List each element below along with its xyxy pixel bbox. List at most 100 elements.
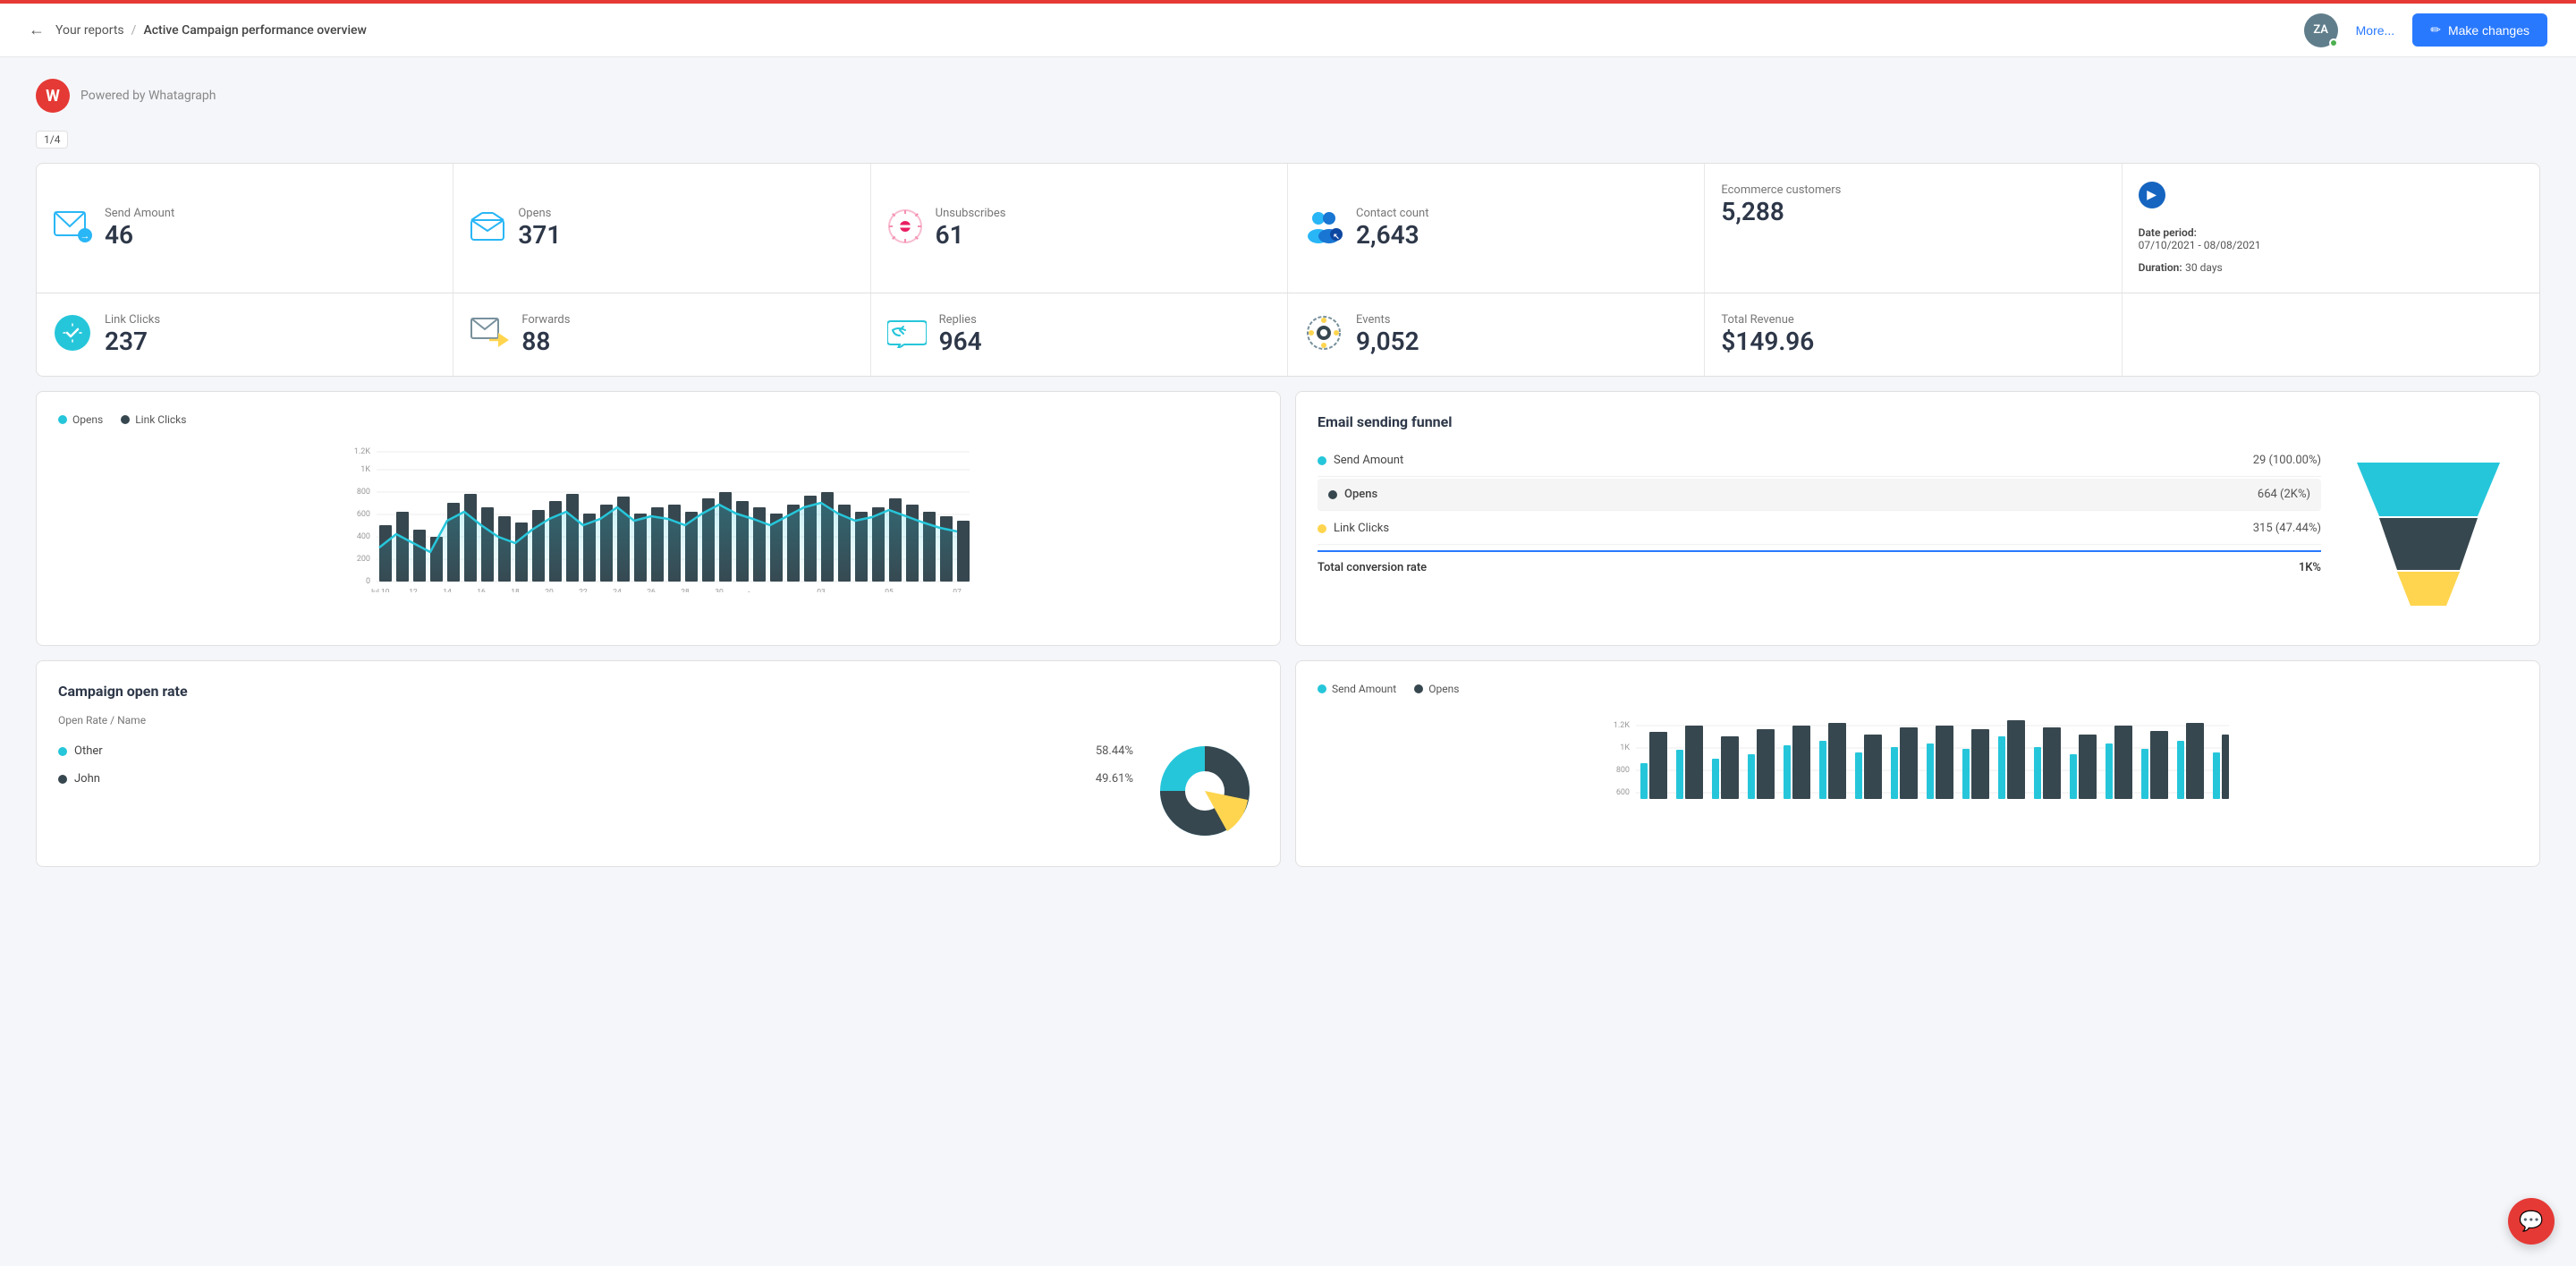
svg-text:18: 18 xyxy=(511,588,520,592)
funnel-label-opens: Opens xyxy=(1344,488,1377,501)
forwards-icon xyxy=(470,317,509,353)
breadcrumb-root[interactable]: Your reports xyxy=(55,23,124,38)
svg-text:28: 28 xyxy=(681,588,690,592)
envelope-arrow-icon: → xyxy=(53,210,92,246)
replies-info: Replies 964 xyxy=(939,313,982,356)
svg-text:1.2K: 1.2K xyxy=(1614,721,1630,730)
metric-replies: Replies 964 xyxy=(871,293,1288,376)
events-info: Events 9,052 xyxy=(1356,313,1419,356)
link-clicks-legend-dot xyxy=(121,415,130,424)
campaign-name-1: John xyxy=(74,772,100,786)
campaign-list: Other 58.44% John 49.61% xyxy=(58,737,1133,845)
funnel-title: Email sending funnel xyxy=(1318,413,2518,430)
total-revenue-value: $149.96 xyxy=(1721,327,1814,356)
charts-row: Opens Link Clicks 0 200 400 600 800 1K 1… xyxy=(36,391,2540,646)
svg-text:600: 600 xyxy=(357,510,370,519)
svg-text:400: 400 xyxy=(357,532,370,541)
campaign-open-rate-card: Campaign open rate Open Rate / Name Othe… xyxy=(36,660,1281,867)
metric-opens: Opens 371 xyxy=(453,164,870,293)
svg-text:03: 03 xyxy=(817,588,826,592)
more-button[interactable]: More... xyxy=(2356,23,2395,38)
ecommerce-label: Ecommerce customers xyxy=(1721,183,1841,197)
svg-text:30: 30 xyxy=(715,588,724,592)
opens-legend: Opens xyxy=(1414,683,1459,695)
send-amount-label: Send Amount xyxy=(105,207,174,220)
svg-text:1K: 1K xyxy=(360,465,370,474)
svg-text:0: 0 xyxy=(366,577,370,586)
pie-svg xyxy=(1151,737,1258,845)
envelope-open-icon xyxy=(470,211,505,245)
funnel-value-send: 29 (100.00%) xyxy=(2253,454,2321,467)
back-button[interactable]: ← xyxy=(29,21,45,39)
svg-text:05: 05 xyxy=(885,588,894,592)
send-amount-legend-dot xyxy=(1318,684,1326,693)
header: ← Your reports / Active Campaign perform… xyxy=(0,4,2576,57)
funnel-total-row: Total conversion rate 1K% xyxy=(1318,550,2321,583)
opens-label: Opens xyxy=(518,207,561,220)
chat-button[interactable]: 💬 xyxy=(2508,1198,2555,1245)
breadcrumb-separator: / xyxy=(131,23,137,38)
funnel-row-send-amount: Send Amount 29 (100.00%) xyxy=(1318,445,2321,477)
svg-text:1.2K: 1.2K xyxy=(354,447,370,456)
opens-legend-dot xyxy=(58,415,67,424)
send-opens-chart-card: Send Amount Opens 1.2K 1K 800 600 xyxy=(1295,660,2540,867)
unsubscribes-info: Unsubscribes 61 xyxy=(936,207,1006,250)
campaign-pct-0: 58.44% xyxy=(1096,744,1133,758)
funnel-label-send: Send Amount xyxy=(1334,454,1403,467)
whatagraph-logo: W xyxy=(36,79,70,113)
metric-forwards: Forwards 88 xyxy=(453,293,870,376)
opens-legend-dot-2 xyxy=(1414,684,1423,693)
link-clicks-legend-label: Link Clicks xyxy=(135,413,186,426)
campaign-subtitle: Open Rate / Name xyxy=(58,714,1258,726)
contact-count-label: Contact count xyxy=(1356,207,1428,220)
campaign-pie-chart xyxy=(1151,737,1258,845)
contact-count-info: Contact count 2,643 xyxy=(1356,207,1428,250)
send-amount-legend-label: Send Amount xyxy=(1332,683,1396,695)
campaign-name-0: Other xyxy=(74,744,103,758)
campaign-title: Campaign open rate xyxy=(58,683,1258,700)
campaign-dot-1 xyxy=(58,775,67,784)
opens-legend-label-2: Opens xyxy=(1428,683,1459,695)
svg-text:1K: 1K xyxy=(1620,743,1630,752)
metric-total-revenue: Total Revenue $149.96 xyxy=(1705,293,2122,376)
avatar: ZA xyxy=(2304,13,2338,47)
metric-contact-count: ↖ Contact count 2,643 xyxy=(1288,164,1705,293)
breadcrumb-current: Active Campaign performance overview xyxy=(143,23,367,38)
funnel-row-label-clicks: Link Clicks xyxy=(1318,522,1389,535)
campaign-item-0: Other 58.44% xyxy=(58,737,1133,765)
metric-link-clicks: Link Clicks 237 xyxy=(37,293,453,376)
bottom-chart-legend: Send Amount Opens xyxy=(1318,683,2518,695)
funnel-value-clicks: 315 (47.44%) xyxy=(2253,522,2321,535)
opens-value: 371 xyxy=(518,220,561,250)
svg-text:800: 800 xyxy=(1616,766,1630,775)
funnel-dot-opens xyxy=(1328,490,1337,499)
opens-legend-item: Opens xyxy=(58,413,103,426)
campaign-dot-0 xyxy=(58,747,67,756)
date-nav-button[interactable]: ▶ xyxy=(2139,182,2165,208)
avatar-online-dot xyxy=(2329,38,2338,47)
funnel-dot-send xyxy=(1318,456,1326,465)
svg-text:600: 600 xyxy=(1616,788,1630,797)
svg-text:200: 200 xyxy=(357,555,370,564)
total-revenue-info: Total Revenue $149.96 xyxy=(1721,313,1814,356)
powered-by-text: Powered by Whatagraph xyxy=(80,89,216,103)
ecommerce-value: 5,288 xyxy=(1721,197,1841,226)
page-indicator: 1/4 xyxy=(36,131,68,149)
bottom-charts-row: Campaign open rate Open Rate / Name Othe… xyxy=(36,660,2540,867)
date-period-value: 07/10/2021 - 08/08/2021 xyxy=(2139,239,2523,251)
send-amount-info: Send Amount 46 xyxy=(105,207,174,250)
empty-cell xyxy=(2123,293,2539,376)
events-value: 9,052 xyxy=(1356,327,1419,356)
send-amount-legend: Send Amount xyxy=(1318,683,1396,695)
svg-text:20: 20 xyxy=(545,588,554,592)
replies-icon xyxy=(887,318,927,352)
make-changes-button[interactable]: ✏ Make changes xyxy=(2412,13,2547,47)
svg-text:14: 14 xyxy=(443,588,452,592)
duration-section: Duration: 30 days xyxy=(2139,260,2523,275)
metric-events: Events 9,052 xyxy=(1288,293,1705,376)
bar-chart-svg: 0 200 400 600 800 1K 1.2K xyxy=(58,440,1258,592)
chart-legend: Opens Link Clicks xyxy=(58,413,1258,426)
svg-text:↖: ↖ xyxy=(1333,233,1340,242)
forwards-info: Forwards 88 xyxy=(521,313,570,356)
date-period-label: Date period: xyxy=(2139,226,2523,239)
